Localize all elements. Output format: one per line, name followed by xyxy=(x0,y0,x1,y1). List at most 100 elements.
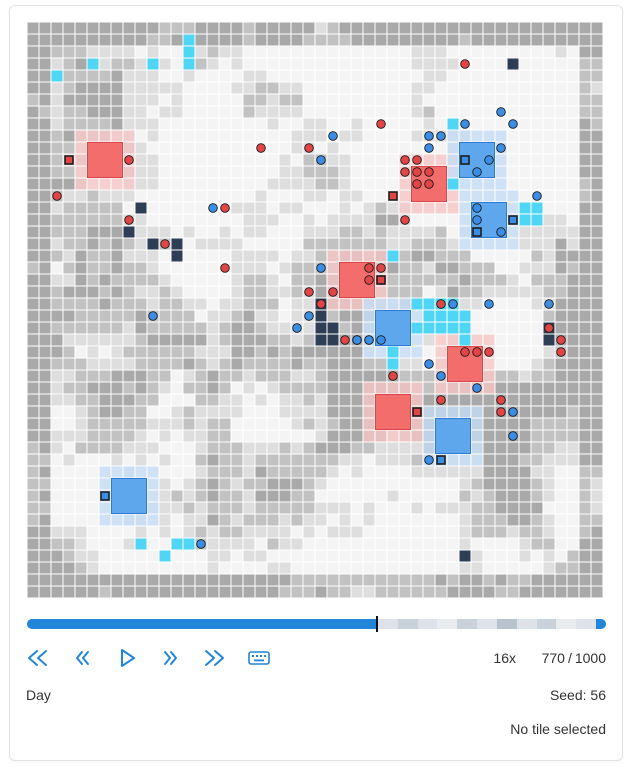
terrain-tile[interactable] xyxy=(291,454,303,466)
terrain-tile[interactable] xyxy=(63,178,75,190)
terrain-tile[interactable] xyxy=(423,478,435,490)
terrain-tile[interactable] xyxy=(183,334,195,346)
terrain-tile[interactable] xyxy=(195,178,207,190)
terrain-tile[interactable] xyxy=(159,118,171,130)
terrain-tile[interactable] xyxy=(255,130,267,142)
terrain-tile[interactable] xyxy=(339,502,351,514)
terrain-tile[interactable] xyxy=(567,238,579,250)
terrain-tile[interactable] xyxy=(411,574,423,586)
terrain-tile[interactable] xyxy=(399,262,411,274)
terrain-tile[interactable] xyxy=(219,538,231,550)
terrain-tile[interactable] xyxy=(147,22,159,34)
terrain-tile[interactable] xyxy=(495,526,507,538)
terrain-tile[interactable] xyxy=(543,418,555,430)
terrain-tile[interactable] xyxy=(39,478,51,490)
terrain-tile[interactable] xyxy=(327,178,339,190)
terrain-tile[interactable] xyxy=(543,526,555,538)
terrain-tile[interactable] xyxy=(39,586,51,598)
terrain-tile[interactable] xyxy=(579,406,591,418)
terrain-tile[interactable] xyxy=(255,118,267,130)
terrain-tile[interactable] xyxy=(231,550,243,562)
terrain-tile[interactable] xyxy=(363,82,375,94)
terrain-tile[interactable] xyxy=(279,22,291,34)
terrain-tile[interactable] xyxy=(231,310,243,322)
terrain-tile[interactable] xyxy=(495,514,507,526)
terrain-tile[interactable] xyxy=(519,178,531,190)
terrain-tile[interactable] xyxy=(39,226,51,238)
terrain-tile[interactable] xyxy=(387,538,399,550)
terrain-tile[interactable] xyxy=(351,526,363,538)
terrain-tile[interactable] xyxy=(279,490,291,502)
terrain-tile[interactable] xyxy=(123,286,135,298)
terrain-tile[interactable] xyxy=(111,430,123,442)
terrain-tile[interactable] xyxy=(159,154,171,166)
terrain-tile[interactable] xyxy=(543,502,555,514)
terrain-tile[interactable] xyxy=(351,574,363,586)
terrain-tile[interactable] xyxy=(183,82,195,94)
terrain-tile[interactable] xyxy=(567,70,579,82)
terrain-tile[interactable] xyxy=(447,490,459,502)
terrain-tile[interactable] xyxy=(579,490,591,502)
terrain-tile[interactable] xyxy=(543,262,555,274)
terrain-tile[interactable] xyxy=(291,550,303,562)
terrain-tile[interactable] xyxy=(219,154,231,166)
terrain-tile[interactable] xyxy=(567,82,579,94)
terrain-tile[interactable] xyxy=(591,154,603,166)
terrain-tile[interactable] xyxy=(231,58,243,70)
terrain-tile[interactable] xyxy=(231,418,243,430)
terrain-tile[interactable] xyxy=(435,586,447,598)
terrain-tile[interactable] xyxy=(39,418,51,430)
terrain-tile[interactable] xyxy=(423,550,435,562)
terrain-tile[interactable] xyxy=(255,514,267,526)
terrain-tile[interactable] xyxy=(279,322,291,334)
terrain-tile[interactable] xyxy=(579,442,591,454)
terrain-tile[interactable] xyxy=(339,130,351,142)
terrain-tile[interactable] xyxy=(207,490,219,502)
terrain-tile[interactable] xyxy=(291,310,303,322)
terrain-tile[interactable] xyxy=(99,118,111,130)
terrain-tile[interactable] xyxy=(219,442,231,454)
terrain-tile[interactable] xyxy=(387,82,399,94)
terrain-tile[interactable] xyxy=(243,130,255,142)
terrain-tile[interactable] xyxy=(123,202,135,214)
terrain-tile[interactable] xyxy=(507,586,519,598)
terrain-tile[interactable] xyxy=(111,238,123,250)
terrain-tile[interactable] xyxy=(315,286,327,298)
terrain-tile[interactable] xyxy=(147,382,159,394)
terrain-tile[interactable] xyxy=(519,394,531,406)
terrain-tile[interactable] xyxy=(471,394,483,406)
terrain-tile[interactable] xyxy=(39,574,51,586)
terrain-tile[interactable] xyxy=(303,562,315,574)
terrain-tile[interactable] xyxy=(315,430,327,442)
terrain-tile[interactable] xyxy=(39,250,51,262)
terrain-tile[interactable] xyxy=(279,382,291,394)
terrain-tile[interactable] xyxy=(75,430,87,442)
terrain-tile[interactable] xyxy=(87,286,99,298)
terrain-tile[interactable] xyxy=(231,514,243,526)
terrain-tile[interactable] xyxy=(363,166,375,178)
terrain-tile[interactable] xyxy=(39,538,51,550)
terrain-tile[interactable] xyxy=(27,118,39,130)
terrain-tile[interactable] xyxy=(63,418,75,430)
terrain-tile[interactable] xyxy=(51,202,63,214)
terrain-tile[interactable] xyxy=(507,166,519,178)
terrain-tile[interactable] xyxy=(135,298,147,310)
terrain-tile[interactable] xyxy=(159,526,171,538)
terrain-tile[interactable] xyxy=(579,502,591,514)
terrain-tile[interactable] xyxy=(399,250,411,262)
terrain-tile[interactable] xyxy=(579,106,591,118)
terrain-tile[interactable] xyxy=(315,562,327,574)
terrain-tile[interactable] xyxy=(99,346,111,358)
turn-timeline[interactable] xyxy=(27,616,606,632)
terrain-tile[interactable] xyxy=(39,370,51,382)
terrain-tile[interactable] xyxy=(375,370,387,382)
terrain-tile[interactable] xyxy=(171,262,183,274)
terrain-tile[interactable] xyxy=(183,22,195,34)
terrain-tile[interactable] xyxy=(255,322,267,334)
terrain-tile[interactable] xyxy=(279,250,291,262)
terrain-tile[interactable] xyxy=(171,586,183,598)
terrain-tile[interactable] xyxy=(423,214,435,226)
terrain-tile[interactable] xyxy=(555,586,567,598)
terrain-tile[interactable] xyxy=(363,238,375,250)
terrain-tile[interactable] xyxy=(483,550,495,562)
